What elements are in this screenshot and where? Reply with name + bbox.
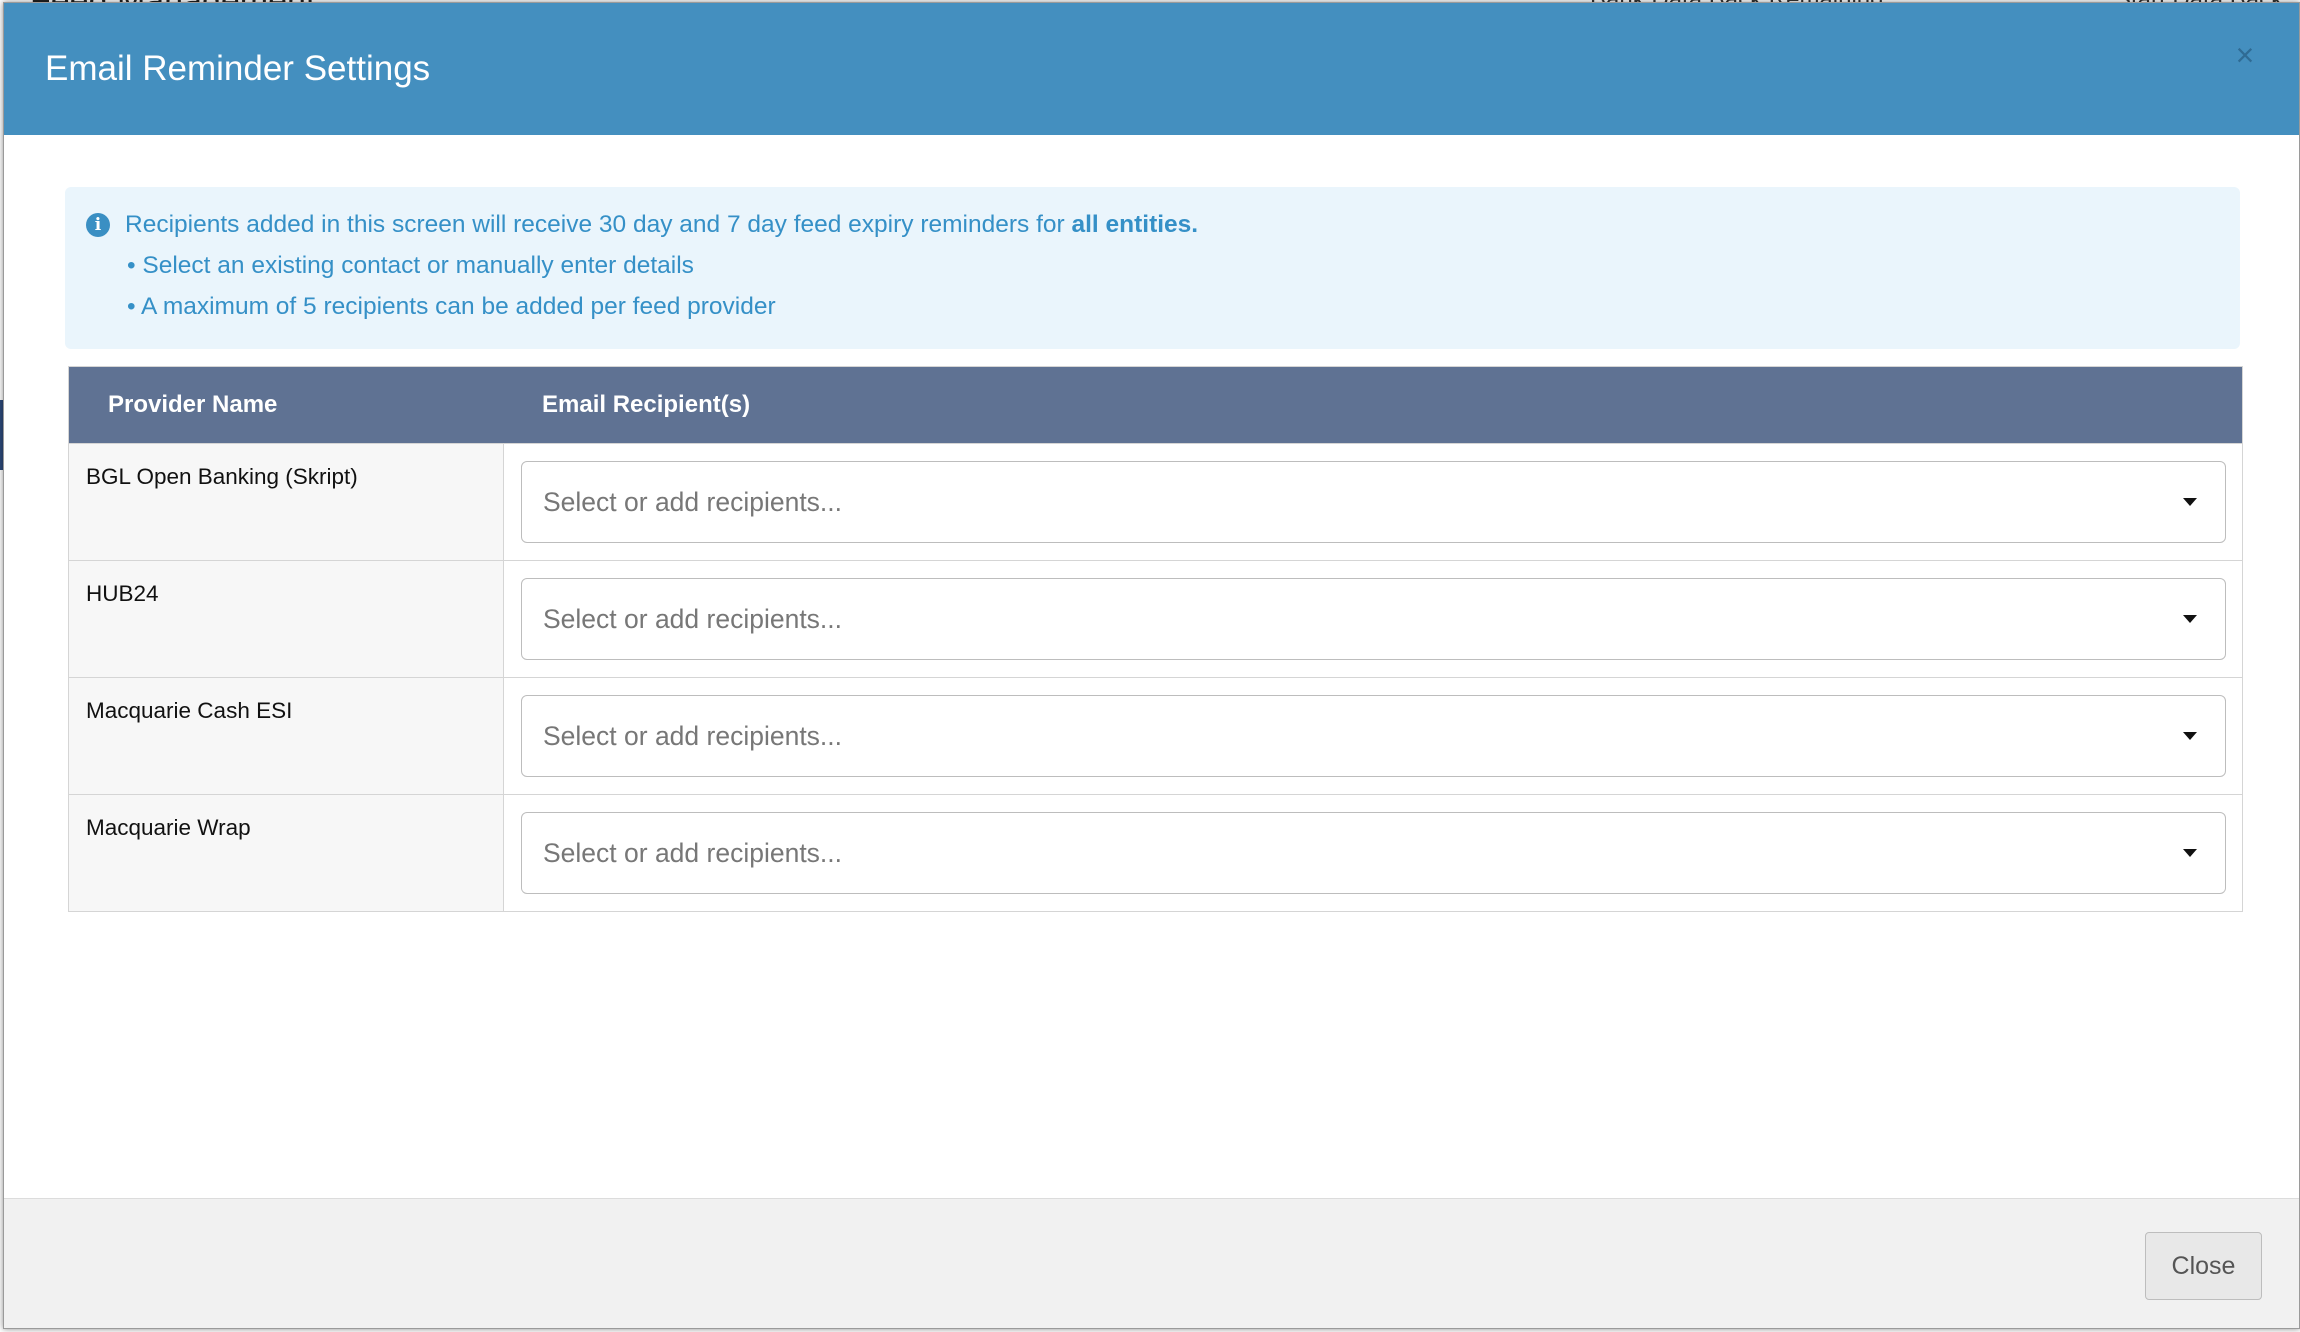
modal-title: Email Reminder Settings <box>45 49 431 88</box>
provider-cell: HUB24 <box>69 561 504 677</box>
provider-cell: Macquarie Cash ESI <box>69 678 504 794</box>
chevron-down-icon[interactable] <box>2183 615 2197 623</box>
table-header: Provider Name Email Recipient(s) <box>69 367 2242 443</box>
recipients-select[interactable]: Select or add recipients... <box>521 812 2226 894</box>
column-header-email: Email Recipient(s) <box>542 391 751 418</box>
table-row: Macquarie Wrap Select or add recipients.… <box>69 794 2242 911</box>
chevron-down-icon[interactable] <box>2183 849 2197 857</box>
email-reminder-modal: Email Reminder Settings × i Recipients a… <box>3 2 2300 1329</box>
provider-name: BGL Open Banking (Skript) <box>86 464 358 489</box>
email-cell: Select or add recipients... <box>504 678 2242 794</box>
table-row: BGL Open Banking (Skript) Select or add … <box>69 443 2242 560</box>
info-alert: i Recipients added in this screen will r… <box>65 187 2240 349</box>
close-icon[interactable]: × <box>2231 39 2259 71</box>
column-header-provider: Provider Name <box>108 391 278 418</box>
info-line-main: Recipients added in this screen will rec… <box>125 209 1198 241</box>
modal-footer: Close <box>4 1198 2299 1328</box>
table-row: HUB24 Select or add recipients... <box>69 560 2242 677</box>
modal-header: Email Reminder Settings × <box>4 3 2299 135</box>
chevron-down-icon[interactable] <box>2183 498 2197 506</box>
provider-name: HUB24 <box>86 581 159 606</box>
chevron-down-icon[interactable] <box>2183 732 2197 740</box>
provider-cell: Macquarie Wrap <box>69 795 504 911</box>
recipients-select-placeholder: Select or add recipients... <box>543 487 843 517</box>
provider-cell: BGL Open Banking (Skript) <box>69 444 504 560</box>
email-cell: Select or add recipients... <box>504 795 2242 911</box>
table-row: Macquarie Cash ESI Select or add recipie… <box>69 677 2242 794</box>
recipients-select-placeholder: Select or add recipients... <box>543 721 843 751</box>
info-line-main-bold: all entities. <box>1071 211 1199 238</box>
info-bullet-max-recipients: • A maximum of 5 recipients can be added… <box>127 293 776 320</box>
recipients-select-placeholder: Select or add recipients... <box>543 604 843 634</box>
email-cell: Select or add recipients... <box>504 444 2242 560</box>
recipients-table: Provider Name Email Recipient(s) BGL Ope… <box>68 366 2243 912</box>
close-button[interactable]: Close <box>2145 1232 2262 1300</box>
recipients-select-placeholder: Select or add recipients... <box>543 838 843 868</box>
recipients-select[interactable]: Select or add recipients... <box>521 461 2226 543</box>
info-bullet-existing-contact: • Select an existing contact or manually… <box>127 252 694 279</box>
info-line-main-text: Recipients added in this screen will rec… <box>125 211 1072 238</box>
recipients-select[interactable]: Select or add recipients... <box>521 695 2226 777</box>
email-cell: Select or add recipients... <box>504 561 2242 677</box>
recipients-select[interactable]: Select or add recipients... <box>521 578 2226 660</box>
provider-name: Macquarie Wrap <box>86 815 251 840</box>
info-circle-icon: i <box>86 213 110 237</box>
provider-name: Macquarie Cash ESI <box>86 698 293 723</box>
